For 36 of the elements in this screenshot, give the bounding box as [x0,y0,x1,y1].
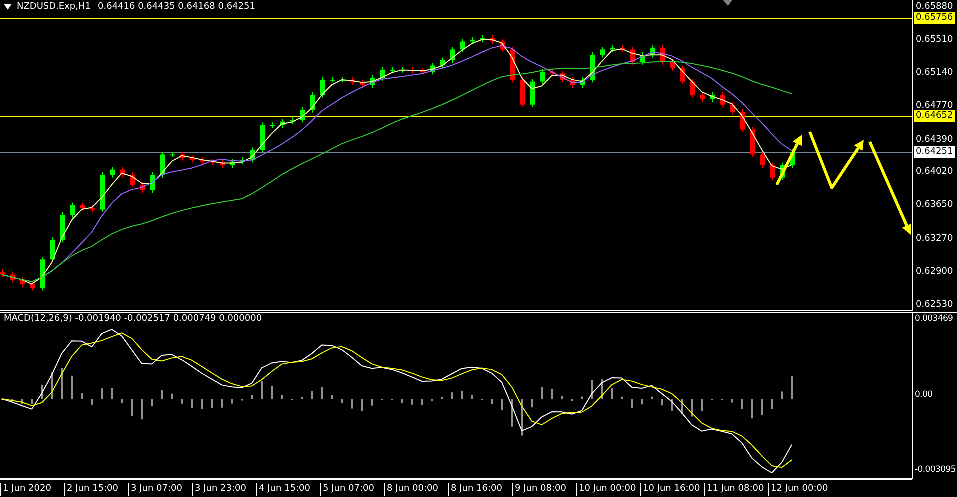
price-label: 0.64390 [916,134,954,146]
price-tag: 0.64251 [914,146,956,158]
ohlc-values: 0.64416 0.64435 0.64168 0.64251 [98,2,256,12]
time-label: 9 Jun 08:00 [512,483,566,496]
forecast-arrow [776,135,802,186]
price-label: 0.63270 [916,233,954,246]
dropdown-triangle-icon[interactable] [4,4,12,10]
price-label: 0.62530 [916,299,954,312]
time-label: 8 Jun 00:00 [384,483,438,496]
forecast-arrow [808,131,864,190]
price-label: 0.64020 [916,166,954,178]
time-label: 3 Jun 23:00 [192,483,246,496]
indicator-label: MACD(12,26,9) -0.001940 -0.002517 0.000749 0.000000 [4,314,262,324]
price-label: 0.64770 [916,100,954,111]
symbol-title: NZDUSD.Exp,H1 [17,2,91,12]
price-label: 0.65510 [916,34,954,46]
price-label: 0.65880 [916,1,954,13]
time-label: 5 Jun 07:00 [320,483,374,496]
time-label: 11 Jun 08:00 [704,483,764,496]
indicator-value-label: 0.00 [915,390,934,400]
time-label: 10 Jun 00:00 [576,483,636,496]
price-label: 0.65140 [916,66,954,79]
time-label: 4 Jun 15:00 [256,483,310,496]
price-label: 0.63650 [916,199,954,212]
price-tag: 0.65756 [914,12,956,24]
time-label: 10 Jun 16:00 [640,483,700,496]
indicator-value-label: -0.003095 [915,465,957,475]
time-label: 12 Jun 00:00 [768,483,828,496]
price-label: 0.62900 [916,266,954,278]
indicator-value-label: 0.003469 [915,314,954,324]
time-label: 2 Jun 15:00 [64,483,118,496]
time-label: 1 Jun 2020 [0,483,52,496]
time-label: 8 Jun 16:00 [448,483,502,496]
shift-triangle-icon [723,0,733,6]
time-label: 3 Jun 07:00 [128,483,182,496]
price-tag: 0.64652 [914,110,956,122]
